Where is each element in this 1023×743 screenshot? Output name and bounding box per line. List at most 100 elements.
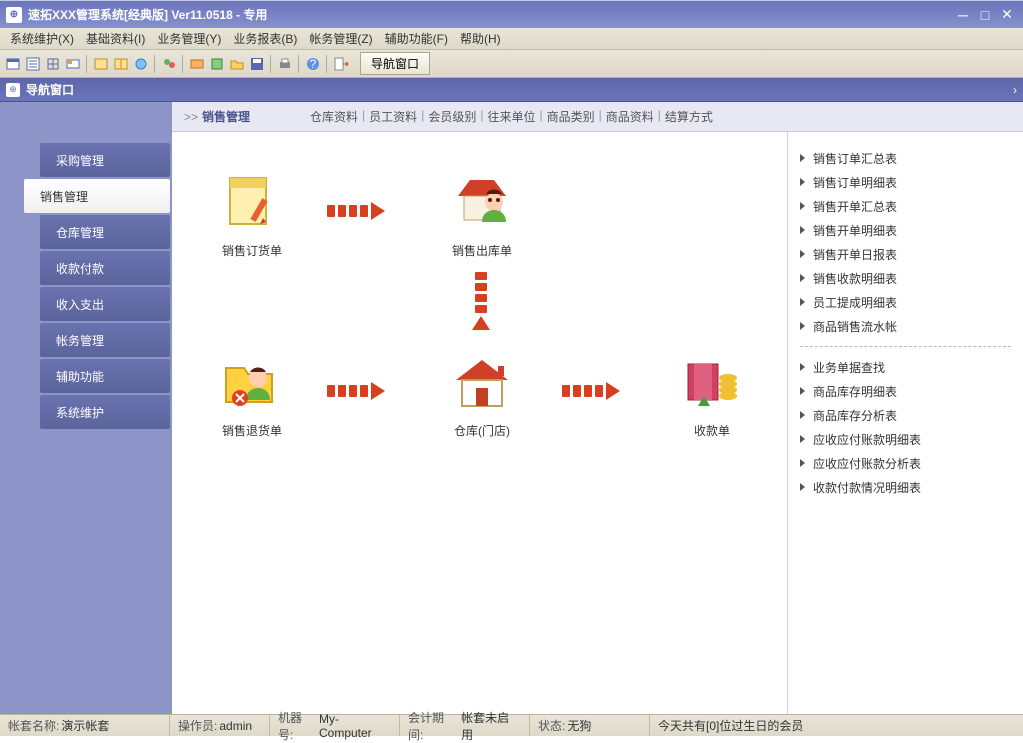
tool-exit-icon[interactable]	[332, 55, 350, 73]
rp-link[interactable]: 应收应付账款明细表	[800, 427, 1011, 451]
tool-icon-5[interactable]	[92, 55, 110, 73]
status-period: 会计期间: 帐套未启用	[400, 715, 530, 736]
sidebar-item-sales[interactable]: 销售管理	[24, 179, 170, 213]
sidebar-item-purchase[interactable]: 采购管理	[40, 143, 170, 177]
sidebar-item-sysmaint[interactable]: 系统维护	[40, 395, 170, 429]
tool-user-icon[interactable]	[160, 55, 178, 73]
tool-icon-1[interactable]	[4, 55, 22, 73]
status-value: admin	[219, 719, 252, 733]
triangle-icon	[800, 274, 805, 282]
node-label: 销售订货单	[202, 242, 302, 259]
rp-link[interactable]: 销售开单明细表	[800, 218, 1011, 242]
rp-link[interactable]: 销售订单汇总表	[800, 146, 1011, 170]
triangle-icon	[800, 250, 805, 258]
rp-link[interactable]: 员工提成明细表	[800, 290, 1011, 314]
sidebar-item-label: 采购管理	[56, 152, 104, 169]
node-label: 销售退货单	[202, 422, 302, 439]
crumb-link-warehouse[interactable]: 仓库资料	[310, 108, 358, 125]
tool-card-icon[interactable]	[188, 55, 206, 73]
sidebar-item-account[interactable]: 帐务管理	[40, 323, 170, 357]
tool-folder-icon[interactable]	[228, 55, 246, 73]
rp-link[interactable]: 应收应付账款分析表	[800, 451, 1011, 475]
status-operator: 操作员: admin	[170, 715, 270, 736]
triangle-icon	[800, 298, 805, 306]
rp-link[interactable]: 销售开单日报表	[800, 242, 1011, 266]
sidebar-item-aux[interactable]: 辅助功能	[40, 359, 170, 393]
sidebar-item-warehouse[interactable]: 仓库管理	[40, 215, 170, 249]
node-sales-order[interactable]: 销售订货单	[202, 172, 302, 259]
menu-help[interactable]: 帮助(H)	[454, 28, 507, 49]
node-label: 销售出库单	[432, 242, 532, 259]
tool-icon-7[interactable]	[132, 55, 150, 73]
tool-icon-4[interactable]	[64, 55, 82, 73]
arrow-icon	[327, 202, 385, 220]
menu-base-data[interactable]: 基础资料(I)	[80, 28, 151, 49]
menu-account-manage[interactable]: 帐务管理(Z)	[303, 28, 378, 49]
rp-label: 销售开单日报表	[813, 246, 897, 263]
house-icon	[450, 352, 514, 416]
maximize-button[interactable]: □	[975, 6, 995, 24]
menu-aux-func[interactable]: 辅助功能(F)	[379, 28, 454, 49]
rp-label: 商品销售流水帐	[813, 318, 897, 335]
rp-label: 销售订单明细表	[813, 174, 897, 191]
rp-link[interactable]: 商品销售流水帐	[800, 314, 1011, 338]
panel-forward-icon[interactable]: ›	[1013, 83, 1017, 97]
breadcrumb-prefix: >>	[184, 110, 198, 124]
rp-label: 应收应付账款分析表	[813, 455, 921, 472]
rp-link[interactable]: 商品库存明细表	[800, 379, 1011, 403]
menu-biz-report[interactable]: 业务报表(B)	[227, 28, 303, 49]
tool-icon-3[interactable]	[44, 55, 62, 73]
status-label: 操作员:	[178, 717, 217, 734]
rp-link[interactable]: 销售收款明细表	[800, 266, 1011, 290]
sidebar-item-income[interactable]: 收入支出	[40, 287, 170, 321]
menu-system-maint[interactable]: 系统维护(X)	[4, 28, 80, 49]
triangle-icon	[800, 435, 805, 443]
divider	[800, 346, 1011, 347]
sidebar-item-label: 收入支出	[56, 296, 104, 313]
rp-link[interactable]: 商品库存分析表	[800, 403, 1011, 427]
node-collect-receipt[interactable]: 收款单	[662, 352, 762, 439]
rp-link[interactable]: 销售订单明细表	[800, 170, 1011, 194]
crumb-link-staff[interactable]: 员工资料	[369, 108, 417, 125]
rp-label: 销售开单汇总表	[813, 198, 897, 215]
tool-icon-6[interactable]	[112, 55, 130, 73]
tool-money-icon[interactable]	[208, 55, 226, 73]
crumb-link-settle[interactable]: 结算方式	[665, 108, 713, 125]
menu-bar: 系统维护(X) 基础资料(I) 业务管理(Y) 业务报表(B) 帐务管理(Z) …	[0, 28, 1023, 50]
menu-biz-manage[interactable]: 业务管理(Y)	[151, 28, 227, 49]
node-sales-out[interactable]: 销售出库单	[432, 172, 532, 259]
triangle-icon	[800, 363, 805, 371]
triangle-icon	[800, 154, 805, 162]
node-warehouse-store[interactable]: 仓库(门店)	[432, 352, 532, 439]
flow-canvas: 销售订货单 销售出库单	[172, 132, 787, 714]
title-bar: ⊕ 速拓XXX管理系统[经典版] Ver11.0518 - 专用 ─ □ ✕	[0, 0, 1023, 28]
document-pencil-icon	[220, 172, 284, 236]
sidebar-item-payment[interactable]: 收款付款	[40, 251, 170, 285]
rp-link[interactable]: 业务单据查找	[800, 355, 1011, 379]
crumb-link-category[interactable]: 商品类别	[547, 108, 595, 125]
crumb-link-partner[interactable]: 往来单位	[487, 108, 535, 125]
tool-icon-2[interactable]	[24, 55, 42, 73]
node-label: 收款单	[662, 422, 762, 439]
status-label: 状态:	[538, 717, 565, 734]
triangle-icon	[800, 459, 805, 467]
status-account: 帐套名称: 演示帐套	[0, 715, 170, 736]
close-button[interactable]: ✕	[997, 6, 1017, 24]
crumb-link-member[interactable]: 会员级别	[428, 108, 476, 125]
tool-print-icon[interactable]	[276, 55, 294, 73]
triangle-icon	[800, 322, 805, 330]
panel-header: ⊕ 导航窗口 ›	[0, 78, 1023, 102]
crumb-link-product[interactable]: 商品资料	[606, 108, 654, 125]
node-sales-return[interactable]: 销售退货单	[202, 352, 302, 439]
rp-label: 销售收款明细表	[813, 270, 897, 287]
rp-link[interactable]: 收款付款情况明细表	[800, 475, 1011, 499]
nav-window-button[interactable]: 导航窗口	[360, 52, 430, 75]
status-value: 无狗	[567, 717, 591, 734]
rp-link[interactable]: 销售开单汇总表	[800, 194, 1011, 218]
node-label: 仓库(门店)	[432, 422, 532, 439]
minimize-button[interactable]: ─	[953, 6, 973, 24]
rp-label: 商品库存明细表	[813, 383, 897, 400]
tool-save-icon[interactable]	[248, 55, 266, 73]
sidebar-item-label: 仓库管理	[56, 224, 104, 241]
tool-help-icon[interactable]: ?	[304, 55, 322, 73]
